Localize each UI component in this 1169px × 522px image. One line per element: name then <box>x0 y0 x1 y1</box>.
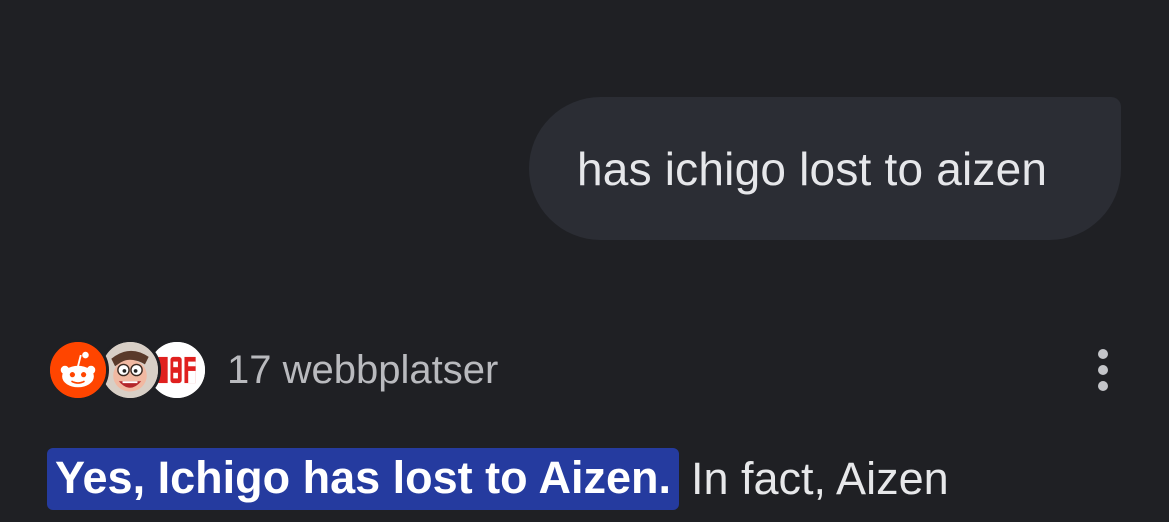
menu-dot <box>1098 349 1108 359</box>
user-message-bubble: has ichigo lost to aizen <box>529 97 1121 240</box>
menu-dot <box>1098 381 1108 391</box>
more-vert-icon[interactable] <box>1083 345 1123 395</box>
sources-row[interactable]: 17 webbplatser <box>47 337 1127 403</box>
menu-dot <box>1098 365 1108 375</box>
sources-count[interactable]: 17 webbplatser <box>227 348 498 393</box>
user-message-text: has ichigo lost to aizen <box>577 142 1048 195</box>
reddit-icon <box>47 339 109 401</box>
answer-highlight: Yes, Ichigo has lost to Aizen. <box>47 448 679 510</box>
answer-continuation: In fact, Aizen <box>690 453 949 504</box>
answer-text: Yes, Ichigo has lost to Aizen. In fact, … <box>47 447 949 511</box>
source-favicons <box>47 337 209 403</box>
chat-screen: has ichigo lost to aizen 17 webbplatser … <box>0 0 1169 522</box>
